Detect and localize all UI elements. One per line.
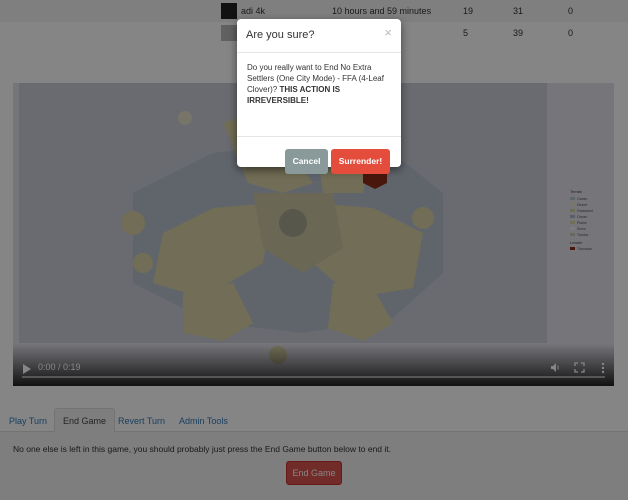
dialog-header: Are you sure? × — [237, 19, 401, 53]
cancel-button[interactable]: Cancel — [285, 149, 328, 174]
dialog-footer: Cancel Surrender! — [237, 136, 401, 174]
confirm-dialog: Are you sure? × Do you really want to En… — [237, 19, 401, 174]
surrender-button[interactable]: Surrender! — [331, 149, 390, 174]
dialog-title: Are you sure? — [246, 29, 315, 41]
dialog-body: Do you really want to End No Extra Settl… — [247, 62, 393, 106]
close-icon[interactable]: × — [384, 26, 392, 39]
